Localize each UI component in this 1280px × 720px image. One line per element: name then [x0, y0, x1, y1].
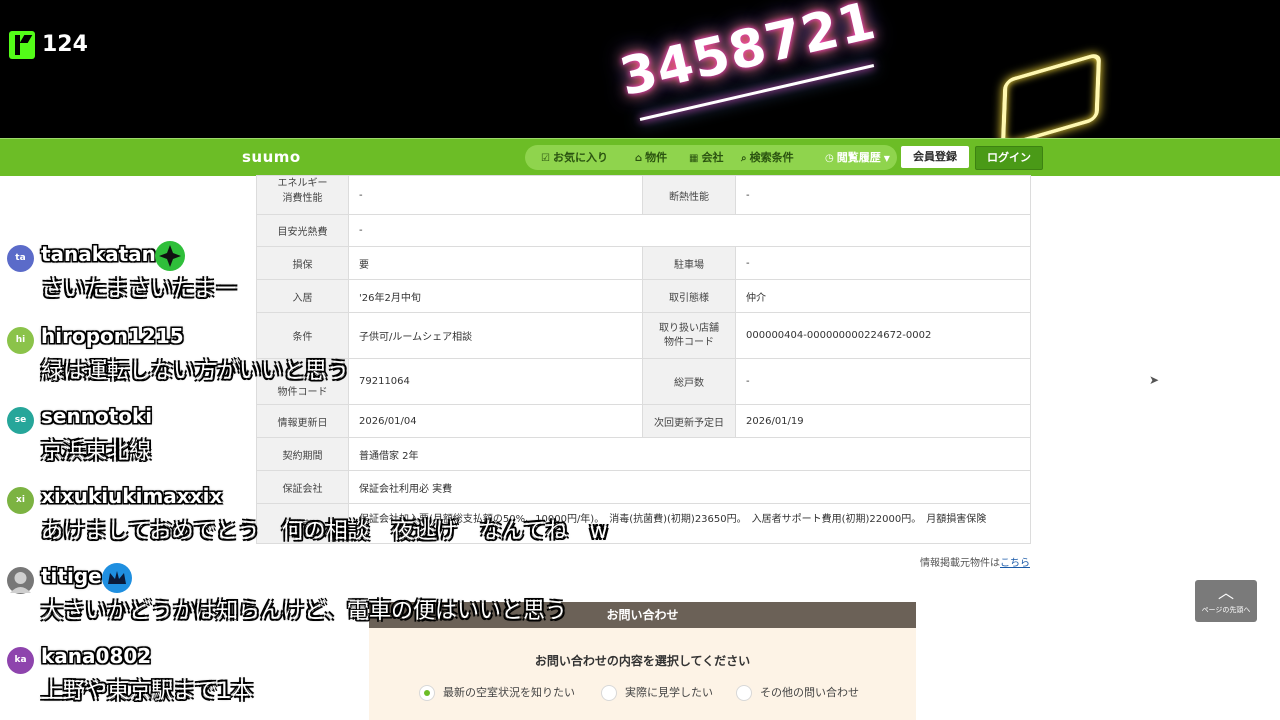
table-row: 備考 保証会社加入要(月額総支払額の50%、10000円/年)。 消毒(抗菌費)… [256, 503, 1031, 544]
nav-history[interactable]: ◷ 閲覧履歴 ▼ [825, 145, 890, 170]
chat-username: titige [41, 564, 102, 588]
table-cell: - [735, 175, 1031, 215]
inquiry-option-visit[interactable]: 実際に見学したい [601, 684, 713, 701]
table-cell: 保証会社利用必 実費 [348, 470, 1031, 504]
table-header-cell: エネルギー 消費性能 [256, 175, 349, 215]
inquiry-option-other[interactable]: その他の問い合わせ [736, 684, 859, 701]
chat-username: kana0802 [41, 644, 152, 668]
avatar: ka [7, 647, 34, 674]
radio-selected-icon[interactable] [419, 685, 435, 701]
table-cell: 2026/01/19 [735, 404, 1031, 438]
nav-favorites[interactable]: ☑ お気に入り [541, 145, 608, 170]
radio-icon[interactable] [736, 685, 752, 701]
table-header-cell: 取り扱い店舗 物件コード [642, 312, 736, 359]
table-header-cell: 総戸数 [642, 358, 736, 405]
suumo-header: suumo ☑ お気に入り ⌂ 物件 ▦ 会社 ⌕ 検索条件 ◷ 閲覧履歴 ▼ 会員登録 ロ… [0, 138, 1280, 176]
table-cell: - [735, 246, 1031, 280]
avatar: se [7, 407, 34, 434]
table-row: 入居 '26年2月中旬 取引態様 仲介 [256, 279, 1031, 313]
radio-icon[interactable] [601, 685, 617, 701]
table-header-cell: 目安光熱費 [256, 214, 349, 247]
login-button[interactable]: ログイン [975, 146, 1043, 170]
chat-username: sennotoki [41, 404, 153, 428]
table-cell: '26年2月中旬 [348, 279, 643, 313]
mouse-cursor-icon: ➤ [1149, 373, 1160, 387]
nav-search-conditions[interactable]: ⌕ 検索条件 [741, 145, 794, 170]
table-cell: 79211064 [348, 358, 643, 405]
table-header-cell: 備考 [256, 503, 349, 544]
nav-property[interactable]: ⌂ 物件 [635, 145, 667, 170]
inquiry-header: お問い合わせ [369, 602, 916, 628]
table-cell: 要 [348, 246, 643, 280]
table-header-cell: 物件コード [256, 358, 349, 405]
checkbox-icon: ☑ [541, 153, 550, 164]
back-to-top-button[interactable]: ︿ ページの先頭へ [1195, 580, 1257, 622]
inquiry-question: お問い合わせの内容を選択してください [534, 654, 751, 668]
source-link[interactable]: こちら [1000, 558, 1030, 569]
table-cell: 普通借家 2年 [348, 437, 1031, 471]
table-cell: - [735, 358, 1031, 405]
stream-top-bar: 124 3458721 [0, 0, 1280, 149]
table-cell: 000000404-000000000224672-0002 [735, 312, 1031, 359]
avatar [7, 567, 34, 594]
table-cell: - [348, 175, 643, 215]
table-header-cell: 断熱性能 [642, 175, 736, 215]
avatar: ta [7, 245, 34, 272]
chevron-down-icon: ▼ [883, 154, 890, 163]
table-row: エネルギー 消費性能 - 断熱性能 - [256, 175, 1031, 215]
clock-icon: ◷ [825, 153, 834, 164]
inquiry-option-vacancy[interactable]: 最新の空室状況を知りたい [419, 684, 575, 701]
suumo-logo[interactable]: suumo [242, 148, 301, 166]
inquiry-panel: お問い合わせの内容を選択してください 最新の空室状況を知りたい 実際に見学したい… [369, 628, 916, 720]
table-row: 契約期間 普通借家 2年 [256, 437, 1031, 471]
table-row: 情報更新日 2026/01/04 次回更新予定日 2026/01/19 [256, 404, 1031, 438]
table-header-cell: 情報更新日 [256, 404, 349, 438]
chat-username: hiropon1215 [41, 324, 184, 348]
source-note: 情報掲載元物件はこちら [920, 558, 1030, 569]
table-cell: - [348, 214, 1031, 247]
register-button[interactable]: 会員登録 [901, 146, 969, 168]
chat-username: tanakatan [41, 242, 156, 266]
sparkle-badge-icon [155, 241, 185, 271]
kick-logo-icon [9, 31, 35, 59]
table-row: 損保 要 駐車場 - [256, 246, 1031, 280]
viewer-count: 124 [42, 32, 88, 57]
chat-username: xixukiukimaxxix [41, 484, 223, 508]
chat-text: 上野や東京駅まで1本 [41, 679, 253, 704]
search-icon: ⌕ [741, 153, 747, 164]
avatar: hi [7, 327, 34, 354]
table-row: 目安光熱費 - [256, 214, 1031, 247]
property-detail-table: エネルギー 消費性能 - 断熱性能 - 目安光熱費 - 損保 要 駐車場 - 入… [256, 175, 1031, 544]
building-icon: ▦ [689, 153, 699, 164]
table-cell: 仲介 [735, 279, 1031, 313]
table-header-cell: 契約期間 [256, 437, 349, 471]
neon-arrow-icon [1000, 51, 1102, 149]
table-header-cell: 保証会社 [256, 470, 349, 504]
table-header-cell: 入居 [256, 279, 349, 313]
table-cell: 子供可/ルームシェア相談 [348, 312, 643, 359]
chat-text: 京浜東北線 [41, 439, 152, 464]
nav-company[interactable]: ▦ 会社 [689, 145, 723, 170]
house-icon: ⌂ [635, 153, 643, 164]
table-header-cell: 条件 [256, 312, 349, 359]
avatar: xi [7, 487, 34, 514]
table-header-cell: 損保 [256, 246, 349, 280]
table-header-cell: 取引態様 [642, 279, 736, 313]
table-row: 保証会社 保証会社利用必 実費 [256, 470, 1031, 504]
table-cell: 2026/01/04 [348, 404, 643, 438]
chevron-up-icon: ︿ [1217, 583, 1234, 602]
table-header-cell: 駐車場 [642, 246, 736, 280]
table-cell: 保証会社加入要(月額総支払額の50%、10000円/年)。 消毒(抗菌費)(初期… [348, 503, 1031, 544]
crown-badge-icon [102, 563, 132, 593]
table-row: 条件 子供可/ルームシェア相談 取り扱い店舗 物件コード 000000404-0… [256, 312, 1031, 359]
table-header-cell: 次回更新予定日 [642, 404, 736, 438]
chat-text: さいたまさいたまー [41, 277, 238, 302]
table-row: 物件コード 79211064 総戸数 - [256, 358, 1031, 405]
